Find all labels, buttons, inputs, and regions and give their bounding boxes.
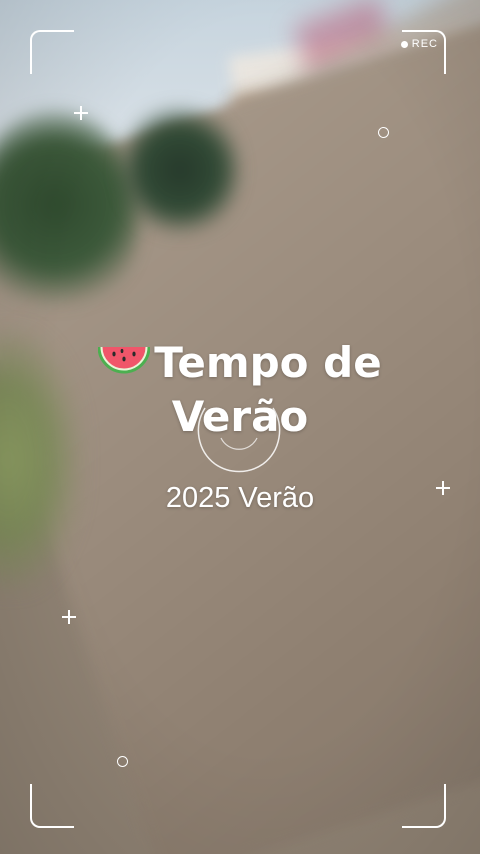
rec-label: REC — [411, 38, 438, 50]
title-block: Tempo de Verão — [0, 336, 480, 444]
watermelon-icon — [98, 346, 151, 374]
sparkle-plus-icon — [62, 610, 76, 624]
sparkle-circle-icon — [117, 756, 128, 767]
viewfinder-corner-bottom-right — [402, 784, 446, 828]
rec-indicator: REC — [400, 38, 438, 50]
viewfinder-corner-bottom-left — [30, 784, 74, 828]
viewfinder-corner-top-right — [402, 30, 446, 74]
title-line-2: Verão — [171, 392, 309, 441]
sparkle-plus-icon — [74, 106, 88, 120]
title-line-1: Tempo de — [0, 336, 480, 390]
title-text-line-1: Tempo de — [154, 338, 382, 387]
sparkle-circle-icon — [378, 127, 389, 138]
viewfinder-corner-top-left — [30, 30, 74, 74]
subtitle: 2025 Verão — [165, 482, 315, 514]
rec-dot-icon — [400, 40, 408, 48]
